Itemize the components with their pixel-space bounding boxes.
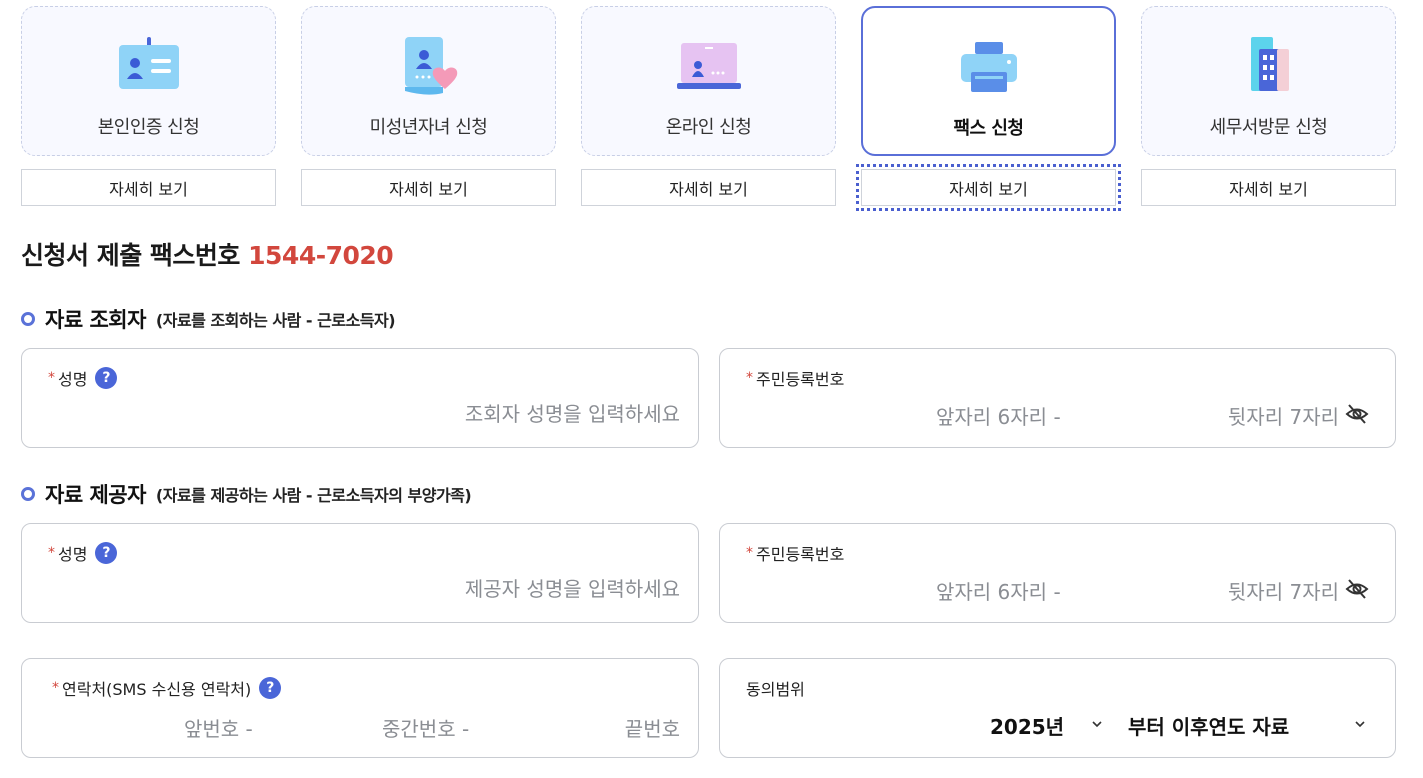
provider-rrn-field: * 주민등록번호 앞자리 6자리 - 뒷자리 7자리 — [719, 523, 1396, 623]
circle-bullet-icon — [21, 312, 35, 326]
section-subtitle: (자료를 조회하는 사람 - 근로소득자) — [155, 311, 396, 330]
viewer-rrn-front-input[interactable]: 앞자리 6자리 - — [936, 401, 1061, 430]
card-minor-child[interactable]: 미성년자녀 신청 — [301, 6, 556, 156]
section-provider-title: 자료 제공자 (자료를 제공하는 사람 - 근로소득자의 부양가족) — [21, 479, 472, 509]
fax-heading-text: 신청서 제출 팩스번호 — [21, 241, 240, 270]
card-online[interactable]: 온라인 신청 — [581, 6, 836, 156]
eye-off-icon[interactable] — [1345, 402, 1369, 426]
help-icon[interactable]: ? — [95, 542, 118, 564]
field-label: * 성명 ? — [48, 541, 118, 565]
detail-button-fax[interactable]: 자세히 보기 — [856, 164, 1121, 211]
consent-scope-select[interactable]: 부터 이후연도 자료 — [1128, 711, 1289, 740]
consent-year-select[interactable]: 2025년 — [990, 711, 1064, 740]
detail-button-identity[interactable]: 자세히 보기 — [21, 169, 276, 206]
field-label: * 주민등록번호 — [746, 541, 844, 565]
field-label-text: 주민등록번호 — [756, 370, 845, 389]
field-label: * 주민등록번호 — [746, 366, 844, 390]
detail-button-online[interactable]: 자세히 보기 — [581, 169, 836, 206]
contact-middle-input[interactable]: 중간번호 - — [382, 713, 469, 742]
card-label: 온라인 신청 — [665, 117, 752, 138]
field-label-text: 주민등록번호 — [756, 545, 845, 564]
id-card-icon — [118, 37, 179, 89]
card-identity-verification[interactable]: 본인인증 신청 — [21, 6, 276, 156]
viewer-rrn-back-input[interactable]: 뒷자리 7자리 — [1228, 401, 1339, 430]
field-label: * 성명 ? — [48, 366, 118, 390]
provider-name-field[interactable]: * 성명 ? 제공자 성명을 입력하세요 — [21, 523, 699, 623]
eye-off-icon[interactable] — [1345, 577, 1369, 601]
card-label: 팩스 신청 — [953, 118, 1024, 139]
chevron-down-icon[interactable] — [1090, 717, 1104, 731]
required-mark: * — [52, 680, 59, 696]
field-label: 동의범위 — [746, 676, 805, 700]
fax-number-heading: 신청서 제출 팩스번호 1544-7020 — [21, 236, 394, 272]
field-label-text: 동의범위 — [746, 680, 805, 699]
required-mark: * — [746, 545, 753, 561]
card-tax-office-visit[interactable]: 세무서방문 신청 — [1141, 6, 1396, 156]
field-label-text: 연락처(SMS 수신용 연락처) — [62, 680, 252, 699]
section-subtitle: (자료를 제공하는 사람 - 근로소득자의 부양가족) — [155, 486, 472, 505]
required-mark: * — [48, 370, 55, 386]
section-title: 자료 제공자 — [45, 483, 146, 507]
required-mark: * — [746, 370, 753, 386]
section-viewer-title: 자료 조회자 (자료를 조회하는 사람 - 근로소득자) — [21, 304, 396, 334]
building-icon — [1250, 37, 1289, 91]
provider-rrn-front-input[interactable]: 앞자리 6자리 - — [936, 576, 1061, 605]
fax-number: 1544-7020 — [248, 241, 394, 270]
circle-bullet-icon — [21, 487, 35, 501]
contact-first-input[interactable]: 앞번호 - — [184, 713, 253, 742]
card-column-fax: 팩스 신청 자세히 보기 — [856, 6, 1121, 211]
provider-name-input[interactable]: 제공자 성명을 입력하세요 — [465, 573, 680, 602]
help-icon[interactable]: ? — [259, 677, 282, 699]
card-column-online: 온라인 신청 자세히 보기 — [581, 6, 836, 206]
child-document-icon — [404, 37, 457, 95]
field-label-text: 성명 — [58, 370, 88, 389]
contact-field: * 연락처(SMS 수신용 연락처) ? 앞번호 - 중간번호 - 끝번호 — [21, 658, 699, 758]
field-label-text: 성명 — [58, 545, 88, 564]
card-column-minor: 미성년자녀 신청 자세히 보기 — [301, 6, 556, 206]
card-label: 본인인증 신청 — [97, 117, 200, 138]
card-fax[interactable]: 팩스 신청 — [861, 6, 1116, 156]
detail-button-tax-office[interactable]: 자세히 보기 — [1141, 169, 1396, 206]
fax-printer-icon — [960, 42, 1017, 92]
application-method-cards: 본인인증 신청 자세히 보기 미성년자녀 신청 자세히 보기 온라인 신청 자세… — [21, 6, 1396, 211]
card-label: 세무서방문 신청 — [1209, 117, 1328, 138]
viewer-name-input[interactable]: 조회자 성명을 입력하세요 — [465, 398, 680, 427]
consent-scope-field: 동의범위 2025년 부터 이후연도 자료 — [719, 658, 1396, 758]
provider-rrn-back-input[interactable]: 뒷자리 7자리 — [1228, 576, 1339, 605]
required-mark: * — [48, 545, 55, 561]
help-icon[interactable]: ? — [95, 367, 118, 389]
detail-button-minor[interactable]: 자세히 보기 — [301, 169, 556, 206]
laptop-icon — [676, 43, 741, 89]
field-label: * 연락처(SMS 수신용 연락처) ? — [52, 676, 282, 700]
viewer-name-field[interactable]: * 성명 ? 조회자 성명을 입력하세요 — [21, 348, 699, 448]
card-column-identity: 본인인증 신청 자세히 보기 — [21, 6, 276, 206]
card-column-tax-office: 세무서방문 신청 자세히 보기 — [1141, 6, 1396, 206]
contact-last-input[interactable]: 끝번호 — [625, 713, 680, 742]
chevron-down-icon[interactable] — [1353, 717, 1367, 731]
card-label: 미성년자녀 신청 — [369, 117, 488, 138]
section-title: 자료 조회자 — [45, 308, 146, 332]
viewer-rrn-field: * 주민등록번호 앞자리 6자리 - 뒷자리 7자리 — [719, 348, 1396, 448]
